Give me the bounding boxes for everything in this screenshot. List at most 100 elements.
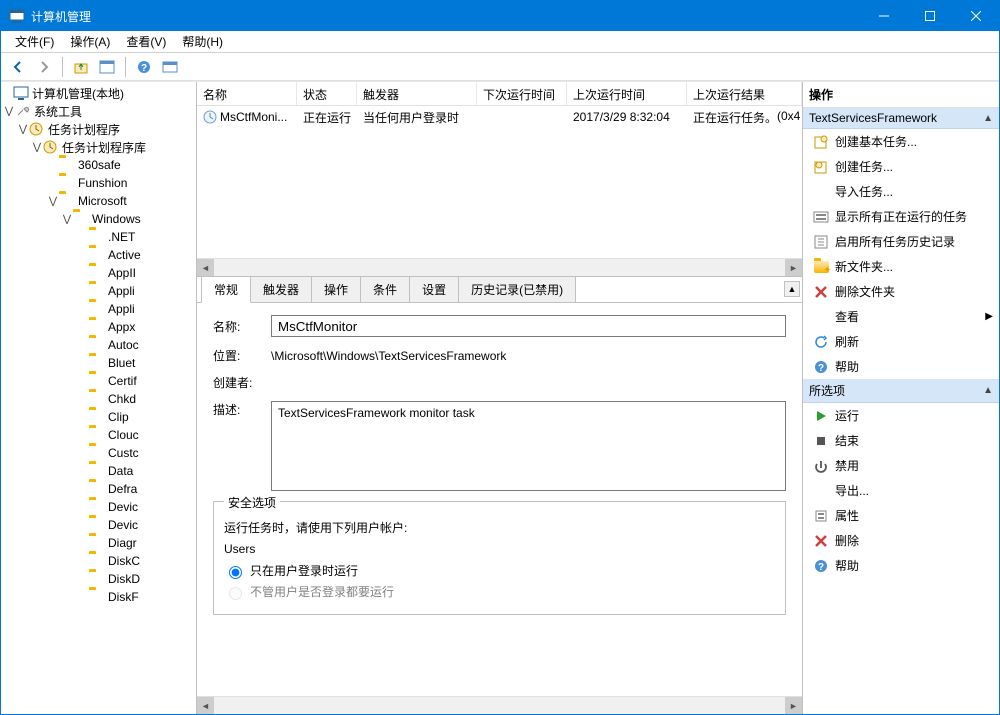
tree-folder-24[interactable]: DiskF <box>1 588 196 606</box>
twisty-icon[interactable] <box>77 231 89 243</box>
col-result[interactable]: 上次运行结果 <box>687 82 802 105</box>
action-context-9[interactable]: ?帮助 <box>803 354 999 379</box>
tree-folder-17[interactable]: Data <box>1 462 196 480</box>
action-selected-4[interactable]: 属性 <box>803 503 999 528</box>
twisty-icon[interactable] <box>77 393 89 405</box>
action-context-7[interactable]: 查看▶ <box>803 304 999 329</box>
col-trigger[interactable]: 触发器 <box>357 82 477 105</box>
twisty-icon[interactable] <box>77 447 89 459</box>
tree-folder-11[interactable]: Bluet <box>1 354 196 372</box>
tree-scheduler[interactable]: ⋁任务计划程序 <box>1 120 196 138</box>
col-status[interactable]: 状态 <box>297 82 357 105</box>
tree-folder-0[interactable]: 360safe <box>1 156 196 174</box>
tree-folder-10[interactable]: Autoc <box>1 336 196 354</box>
actions-section-context[interactable]: TextServicesFramework ▲ <box>803 108 999 129</box>
twisty-icon[interactable] <box>77 411 89 423</box>
twisty-icon[interactable] <box>47 159 59 171</box>
action-context-6[interactable]: 删除文件夹 <box>803 279 999 304</box>
tree-folder-9[interactable]: Appx <box>1 318 196 336</box>
twisty-icon[interactable] <box>77 339 89 351</box>
twisty-icon[interactable]: ⋁ <box>17 123 29 135</box>
input-name[interactable] <box>271 315 786 337</box>
action-context-0[interactable]: 创建基本任务... <box>803 129 999 154</box>
twisty-icon[interactable] <box>77 483 89 495</box>
tree-folder-7[interactable]: Appli <box>1 282 196 300</box>
twisty-icon[interactable] <box>77 375 89 387</box>
table-row[interactable]: MsCtfMoni... 正在运行 当任何用户登录时 2017/3/29 8:3… <box>197 106 802 128</box>
action-selected-5[interactable]: 删除 <box>803 528 999 553</box>
tree-folder-2[interactable]: ⋁Microsoft <box>1 192 196 210</box>
tree-folder-12[interactable]: Certif <box>1 372 196 390</box>
maximize-button[interactable] <box>907 1 953 31</box>
twisty-icon[interactable] <box>77 267 89 279</box>
tab-settings[interactable]: 设置 <box>409 276 459 302</box>
tab-history[interactable]: 历史记录(已禁用) <box>458 276 576 302</box>
twisty-icon[interactable] <box>77 501 89 513</box>
tree-folder-23[interactable]: DiskD <box>1 570 196 588</box>
twisty-icon[interactable] <box>77 285 89 297</box>
action-context-5[interactable]: ✦新文件夹... <box>803 254 999 279</box>
twisty-icon[interactable] <box>77 573 89 585</box>
twisty-icon[interactable]: ⋁ <box>61 213 73 225</box>
tree-folder-21[interactable]: Diagr <box>1 534 196 552</box>
twisty-icon[interactable] <box>1 87 13 99</box>
action-context-4[interactable]: 启用所有任务历史记录 <box>803 229 999 254</box>
twisty-icon[interactable] <box>77 357 89 369</box>
tree-folder-3[interactable]: ⋁Windows <box>1 210 196 228</box>
action-selected-3[interactable]: 导出... <box>803 478 999 503</box>
radio-logged-on[interactable] <box>229 566 242 579</box>
tree-folder-4[interactable]: .NET <box>1 228 196 246</box>
tree-folder-20[interactable]: Devic <box>1 516 196 534</box>
tree-folder-13[interactable]: Chkd <box>1 390 196 408</box>
action-selected-2[interactable]: 禁用 <box>803 453 999 478</box>
tree-library[interactable]: ⋁任务计划程序库 <box>1 138 196 156</box>
twisty-icon[interactable]: ⋁ <box>31 141 43 153</box>
tab-conditions[interactable]: 条件 <box>360 276 410 302</box>
twisty-icon[interactable] <box>77 465 89 477</box>
horizontal-scrollbar[interactable]: ◄► <box>197 258 802 276</box>
twisty-icon[interactable] <box>77 321 89 333</box>
tree-folder-8[interactable]: Appli <box>1 300 196 318</box>
actions-section-selected[interactable]: 所选项 ▲ <box>803 379 999 403</box>
tree-folder-1[interactable]: Funshion <box>1 174 196 192</box>
detail-horizontal-scrollbar[interactable]: ◄► <box>197 696 802 714</box>
twisty-icon[interactable] <box>77 303 89 315</box>
forward-button[interactable] <box>33 56 55 78</box>
tree-folder-5[interactable]: Active <box>1 246 196 264</box>
menu-file[interactable]: 文件(F) <box>7 31 62 52</box>
twisty-icon[interactable] <box>77 555 89 567</box>
action-selected-1[interactable]: 结束 <box>803 428 999 453</box>
properties-button[interactable] <box>96 56 118 78</box>
twisty-icon[interactable] <box>47 177 59 189</box>
twisty-icon[interactable] <box>77 249 89 261</box>
twisty-icon[interactable] <box>77 519 89 531</box>
twisty-icon[interactable]: ⋁ <box>3 105 15 117</box>
action-context-2[interactable]: 导入任务... <box>803 179 999 204</box>
action-selected-0[interactable]: 运行 <box>803 403 999 428</box>
tab-triggers[interactable]: 触发器 <box>250 276 312 302</box>
action-context-1[interactable]: 创建任务... <box>803 154 999 179</box>
close-button[interactable] <box>953 1 999 31</box>
menu-help[interactable]: 帮助(H) <box>174 31 231 52</box>
col-next[interactable]: 下次运行时间 <box>477 82 567 105</box>
scroll-up[interactable]: ▲ <box>784 281 800 297</box>
action-context-3[interactable]: 显示所有正在运行的任务 <box>803 204 999 229</box>
tree-folder-6[interactable]: AppII <box>1 264 196 282</box>
tree-root[interactable]: 计算机管理(本地) <box>1 84 196 102</box>
menu-view[interactable]: 查看(V) <box>118 31 174 52</box>
tab-general[interactable]: 常规 <box>201 276 251 303</box>
twisty-icon[interactable] <box>77 591 89 603</box>
tree-folder-14[interactable]: Clip <box>1 408 196 426</box>
tree-system-tools[interactable]: ⋁系统工具 <box>1 102 196 120</box>
minimize-button[interactable] <box>861 1 907 31</box>
tree-folder-16[interactable]: Custc <box>1 444 196 462</box>
extra-button[interactable] <box>159 56 181 78</box>
twisty-icon[interactable]: ⋁ <box>47 195 59 207</box>
tree-folder-22[interactable]: DiskC <box>1 552 196 570</box>
menu-action[interactable]: 操作(A) <box>62 31 118 52</box>
twisty-icon[interactable] <box>77 429 89 441</box>
up-button[interactable] <box>70 56 92 78</box>
tree-pane[interactable]: 计算机管理(本地)⋁系统工具⋁任务计划程序⋁任务计划程序库360safeFuns… <box>1 82 197 714</box>
action-context-8[interactable]: 刷新 <box>803 329 999 354</box>
tree-folder-15[interactable]: Clouc <box>1 426 196 444</box>
